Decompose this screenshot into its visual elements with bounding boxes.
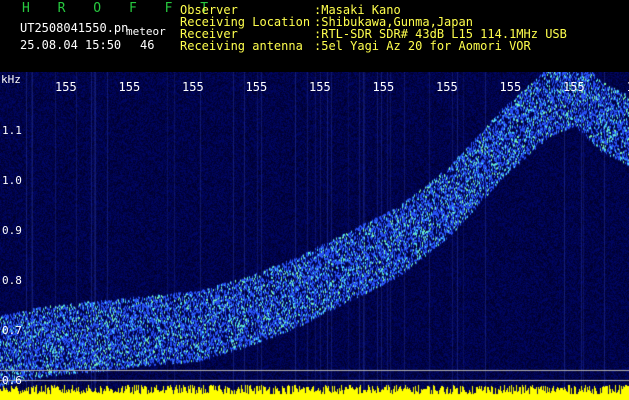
meteor-tag: meteor — [126, 25, 166, 38]
y-tick-label: 1.0 — [2, 174, 22, 187]
y-tick-label: 0.8 — [2, 274, 22, 287]
spectrogram-plot — [0, 72, 629, 400]
x-tick-label: 155 — [309, 80, 331, 94]
meteor-count: 46 — [140, 38, 155, 52]
x-tick-label: 155 — [245, 80, 268, 94]
y-tick-label: 1.1 — [2, 124, 22, 137]
y-tick-label: 0.9 — [2, 224, 22, 237]
filename: UT2508041550.pn — [20, 21, 129, 35]
x-tick-label: 155 — [55, 80, 77, 94]
x-tick-label: 155 — [436, 80, 458, 94]
x-tick-label: 155 — [182, 80, 204, 94]
antenna-label: Receiving antenna — [180, 39, 303, 53]
x-tick-label: 155 — [118, 80, 141, 94]
y-tick-label: 0.6 — [2, 374, 22, 387]
x-tick-label: 155 — [372, 80, 395, 94]
timestamp: 25.08.04 15:50 — [20, 38, 122, 52]
y-tick-label: 0.7 — [2, 324, 22, 337]
x-tick-label: 155 — [499, 80, 522, 94]
antenna-value: :5el Yagi Az 20 for Aomori VOR — [314, 39, 531, 53]
y-axis-unit: kHz — [1, 73, 21, 86]
x-tick-label: 155 — [563, 80, 585, 94]
